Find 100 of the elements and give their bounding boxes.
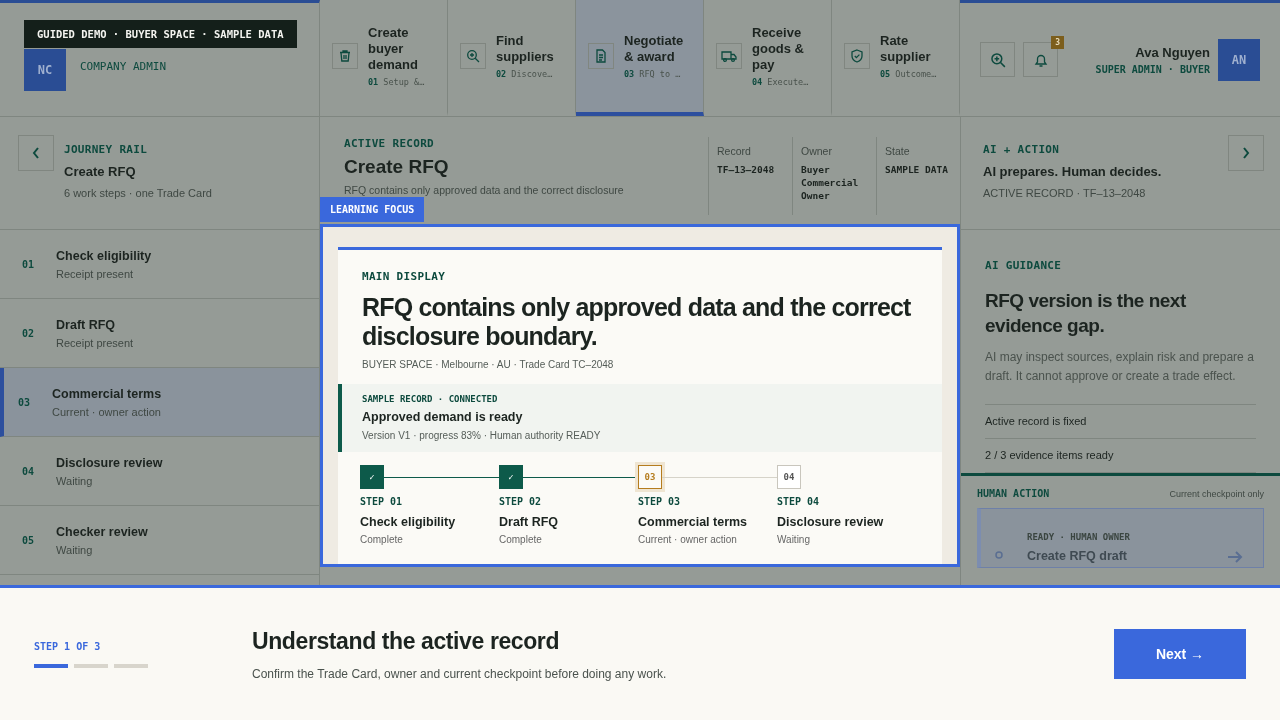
user-name: Ava Nguyen bbox=[1135, 44, 1210, 60]
chevron-left-icon bbox=[32, 147, 40, 159]
action-card[interactable]: READY · HUMAN OWNER Create RFQ draft bbox=[977, 508, 1264, 568]
field-value: Buyer Commercial Owner bbox=[801, 163, 860, 202]
step-label: STEP 02 bbox=[499, 496, 543, 507]
tour-text: Confirm the Trade Card, owner and current checkpoint before doing any work. bbox=[252, 666, 668, 681]
stage-title: Find suppliers bbox=[496, 33, 555, 65]
truck-icon bbox=[721, 49, 737, 63]
work-step-item[interactable]: 05 Checker review Waiting bbox=[0, 506, 319, 575]
zoom-in-icon bbox=[989, 51, 1006, 68]
stage-subtitle: 02 Discove… bbox=[496, 69, 554, 79]
checklist-item: 2 / 3 evidence items ready bbox=[985, 439, 1256, 473]
step-title: Draft RFQ bbox=[499, 515, 560, 529]
next-panel-button[interactable] bbox=[1228, 135, 1264, 171]
step-number: 02 bbox=[22, 327, 35, 339]
section-label: HUMAN ACTION bbox=[977, 488, 1050, 499]
step-number: 03 bbox=[18, 396, 31, 408]
stage-title: Rate supplier bbox=[880, 33, 932, 65]
bin-icon bbox=[338, 49, 352, 63]
stage-tab[interactable]: Receive goods & pay 04 Execute… bbox=[704, 0, 832, 116]
checkpoint-note: Current checkpoint only bbox=[1169, 488, 1264, 499]
previous-button[interactable] bbox=[18, 135, 54, 171]
action-title: Create RFQ draft bbox=[1027, 549, 1129, 563]
demo-banner: GUIDED DEMO · BUYER SPACE · SAMPLE DATA bbox=[24, 20, 297, 48]
ai-action-title: AI prepares. Human decides. bbox=[983, 164, 1163, 179]
stage-subtitle: 01 Setup &… bbox=[368, 77, 426, 87]
step-title: Check eligibility bbox=[56, 248, 152, 263]
search-button[interactable] bbox=[980, 42, 1015, 77]
ai-action-subtitle: ACTIVE RECORD · TF–13–2048 bbox=[983, 187, 1147, 199]
tour-title: Understand the active record bbox=[252, 627, 561, 655]
step-marker: 04 bbox=[777, 465, 801, 489]
company-avatar: NC bbox=[24, 48, 66, 91]
guidance-heading: RFQ version is the next evidence gap. bbox=[985, 289, 1187, 338]
stage-title: Create buyer demand bbox=[368, 25, 419, 73]
stage-title: Receive goods & pay bbox=[752, 25, 805, 73]
arrow-right-icon bbox=[1227, 551, 1243, 563]
work-step-item[interactable]: 01 Check eligibility Receipt present bbox=[0, 230, 319, 299]
step-marker: 03 bbox=[638, 465, 662, 489]
zoom-in-icon bbox=[466, 49, 480, 63]
action-status: READY · HUMAN OWNER bbox=[1027, 532, 1130, 542]
step-status: Receipt present bbox=[56, 336, 134, 349]
section-label: AI + ACTION bbox=[983, 143, 1061, 156]
step-status: Current · owner action bbox=[52, 405, 162, 418]
chevron-right-icon bbox=[1242, 147, 1250, 159]
field-label: State bbox=[885, 145, 911, 157]
section-label: ACTIVE RECORD bbox=[344, 137, 435, 150]
step-title: Commercial terms bbox=[52, 386, 162, 401]
stage-subtitle: 05 Outcome… bbox=[880, 69, 938, 79]
field-label: Owner bbox=[801, 145, 833, 157]
section-label: JOURNEY RAIL bbox=[64, 143, 149, 156]
main-heading: RFQ contains only approved data and the correct disclosure boundary. bbox=[362, 293, 912, 351]
step-status: Waiting bbox=[56, 474, 94, 487]
user-avatar[interactable]: AN bbox=[1218, 38, 1260, 81]
stage-subtitle: 03 RFQ to … bbox=[624, 69, 682, 79]
step-title: Check eligibility bbox=[360, 515, 457, 529]
step-title: Commercial terms bbox=[638, 515, 749, 529]
journey-title: Create RFQ bbox=[64, 164, 137, 179]
step-label: STEP 03 bbox=[638, 496, 682, 507]
step-status: Waiting bbox=[777, 534, 811, 545]
section-label: AI GUIDANCE bbox=[985, 259, 1063, 272]
checklist-item: Active record is fixed bbox=[985, 405, 1256, 439]
step-status: Complete bbox=[360, 534, 404, 545]
field-label: Record bbox=[717, 145, 752, 157]
record-heading: Approved demand is ready bbox=[362, 410, 524, 424]
field-value: TF–13–2048 bbox=[717, 163, 776, 176]
shield-check-icon bbox=[850, 49, 864, 63]
record-details: Version V1 · progress 83% · Human authority READY bbox=[362, 430, 602, 441]
record-subtitle: RFQ contains only approved data and the correct disclosure bbox=[344, 184, 625, 196]
step-title: Checker review bbox=[56, 524, 148, 539]
work-step-item[interactable]: 03 Commercial terms Current · owner action bbox=[0, 368, 319, 437]
field-value: SAMPLE DATA bbox=[885, 163, 949, 176]
step-number: 04 bbox=[22, 465, 35, 477]
company-role: COMPANY ADMIN bbox=[80, 60, 167, 73]
step-label: STEP 04 bbox=[777, 496, 821, 507]
stage-tab[interactable]: Negotiate & award 03 RFQ to … bbox=[576, 0, 704, 116]
section-label: MAIN DISPLAY bbox=[362, 270, 447, 283]
document-icon bbox=[594, 49, 608, 63]
record-label: SAMPLE RECORD · CONNECTED bbox=[362, 394, 499, 404]
stage-tab[interactable]: Rate supplier 05 Outcome… bbox=[832, 0, 960, 116]
step-number: 05 bbox=[22, 534, 35, 546]
step-number: 01 bbox=[22, 258, 35, 270]
journey-subtitle: 6 work steps · one Trade Card bbox=[64, 187, 212, 199]
guidance-text: AI may inspect sources, explain risk and prepare a draft. It cannot approve or create a trade effect. bbox=[985, 349, 1255, 385]
focus-label: LEARNING FOCUS bbox=[320, 197, 425, 222]
step-status: Current · owner action bbox=[638, 534, 738, 545]
circle-icon bbox=[995, 551, 1003, 559]
work-step-item[interactable]: 04 Disclosure review Waiting bbox=[0, 437, 319, 506]
step-marker: ✓ bbox=[499, 465, 523, 489]
step-label: STEP 01 bbox=[360, 496, 404, 507]
stage-tab[interactable]: Create buyer demand 01 Setup &… bbox=[320, 0, 448, 116]
step-title: Draft RFQ bbox=[56, 317, 117, 332]
step-title: Disclosure review bbox=[56, 455, 163, 470]
record-title: Create RFQ bbox=[344, 156, 450, 178]
next-button[interactable]: Next → bbox=[1114, 629, 1246, 679]
stage-subtitle: 04 Execute… bbox=[752, 77, 810, 87]
step-status: Waiting bbox=[56, 543, 94, 556]
step-title: Disclosure review bbox=[777, 515, 885, 529]
notification-count: 3 bbox=[1051, 36, 1064, 49]
tour-step: STEP 1 OF 3 bbox=[34, 640, 252, 652]
user-role: SUPER ADMIN · BUYER bbox=[1095, 63, 1210, 75]
